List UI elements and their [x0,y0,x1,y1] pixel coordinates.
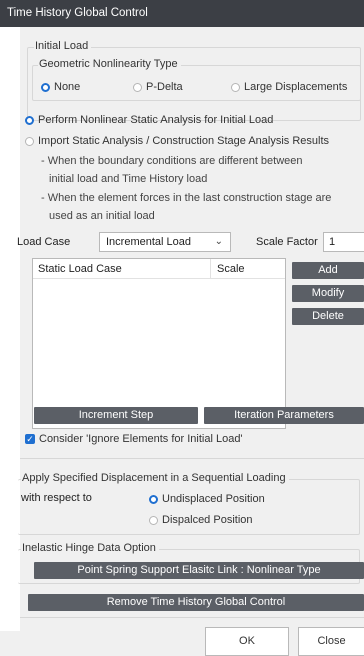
window-titlebar: Time History Global Control [0,0,364,27]
sequential-loading-label: Apply Specified Displacement in a Sequen… [21,472,289,484]
note-line: - When the boundary conditions are diffe… [41,155,303,167]
ok-button[interactable]: OK [205,627,289,656]
ignore-elements-label: Consider 'Ignore Elements for Initial Lo… [39,433,243,445]
note-line: used as an initial load [49,210,155,222]
chevron-down-icon: ⌄ [214,236,223,247]
footer-separator [20,617,364,618]
radio-off-icon [149,515,158,525]
column-header-scale[interactable]: Scale [217,263,245,275]
note-line: - When the element forces in the last co… [41,192,332,204]
radio-none[interactable]: None [41,81,80,93]
load-case-label: Load Case [17,236,71,248]
radio-p-delta[interactable]: P-Delta [133,81,183,93]
increment-step-button[interactable]: Increment Step [34,407,198,424]
radio-perform-nonlinear-static[interactable]: Perform Nonlinear Static Analysis for In… [25,114,273,126]
checkmark-icon: ✓ [25,434,35,444]
ignore-elements-checkbox[interactable]: ✓ Consider 'Ignore Elements for Initial … [25,433,243,445]
undisplaced-position-label: Undisplaced Position [162,493,265,505]
radio-on-icon [149,494,158,504]
scale-factor-input[interactable]: 1 [323,232,364,252]
column-header-static-load-case[interactable]: Static Load Case [38,263,122,275]
import-results-label: Import Static Analysis / Construction St… [38,135,330,147]
background-strip [0,27,20,631]
separator [20,458,364,459]
iteration-parameters-button[interactable]: Iteration Parameters [204,407,364,424]
sequential-loading-group [18,479,360,535]
radio-none-label: None [54,81,81,93]
add-button[interactable]: Add [292,262,364,279]
radio-undisplaced-position[interactable]: Undisplaced Position [149,493,265,505]
delete-button[interactable]: Delete [292,308,364,325]
static-load-case-table[interactable]: Static Load Case Scale [32,258,286,429]
radio-import-results[interactable]: Import Static Analysis / Construction St… [25,135,329,147]
initial-load-label: Initial Load [34,40,92,52]
radio-off-icon [231,82,240,92]
inelastic-hinge-label: Inelastic Hinge Data Option [21,542,159,554]
geo-nonlinearity-label: Geometric Nonlinearity Type [38,58,181,70]
displaced-position-label: Dispalced Position [162,514,253,526]
respect-label: with respect to [21,492,92,504]
radio-off-icon [133,82,142,92]
table-header: Static Load Case Scale [33,259,285,279]
column-divider [210,259,211,278]
perform-nonlinear-static-label: Perform Nonlinear Static Analysis for In… [38,114,274,126]
radio-off-icon [25,136,34,146]
point-spring-support-button[interactable]: Point Spring Support Elasitc Link : Nonl… [34,562,364,579]
dialog-body: Initial Load Geometric Nonlinearity Type… [17,27,364,656]
radio-on-icon [41,82,50,92]
scale-factor-value: 1 [329,236,336,248]
load-case-value: Incremental Load [106,236,191,248]
load-case-select[interactable]: Incremental Load ⌄ [99,232,231,252]
radio-large-displacements[interactable]: Large Displacements [231,81,347,93]
close-button[interactable]: Close [298,627,364,656]
scale-factor-label: Scale Factor [256,236,318,248]
radio-displaced-position[interactable]: Dispalced Position [149,514,253,526]
radio-on-icon [25,115,34,125]
radio-large-displacements-label: Large Displacements [244,81,348,93]
radio-p-delta-label: P-Delta [146,81,183,93]
note-line: initial load and Time History load [49,173,208,185]
remove-global-control-button[interactable]: Remove Time History Global Control [28,594,364,611]
window-title: Time History Global Control [7,7,148,19]
modify-button[interactable]: Modify [292,285,364,302]
